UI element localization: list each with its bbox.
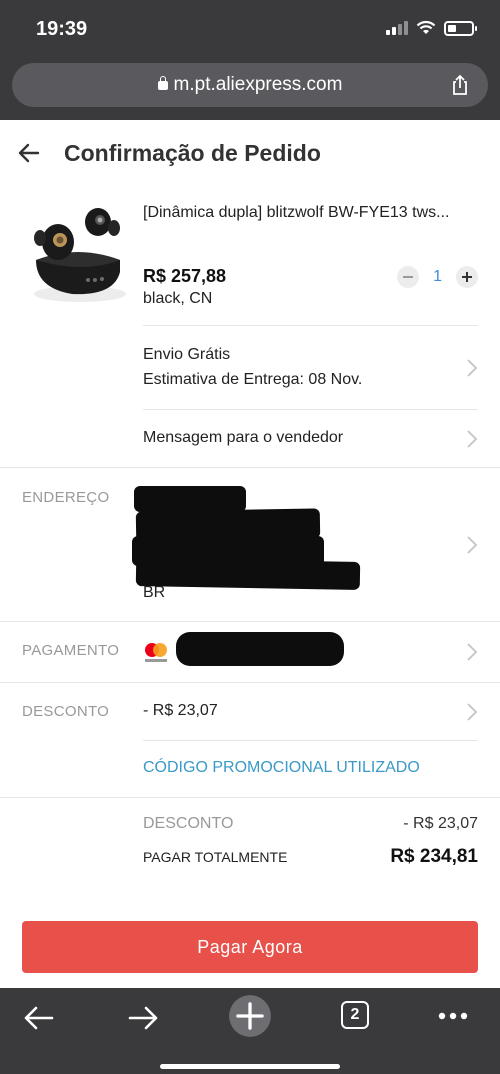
chevron-right-icon [467,430,478,448]
divider [0,682,500,683]
signal-icon [386,21,408,35]
product-variant: black, CN [143,290,213,307]
url-text: m.pt.aliexpress.com [173,74,343,95]
browser-back-icon[interactable] [18,998,58,1038]
quantity-value: 1 [433,268,442,285]
product-image[interactable] [22,198,132,310]
delivery-estimate: Estimativa de Entrega: 08 Nov. [143,371,363,388]
chevron-right-icon [467,536,478,554]
status-time: 19:39 [36,18,88,40]
product-price: R$ 257,88 [143,266,227,286]
quantity-increase-button[interactable] [456,266,478,288]
discount-value: - R$ 23,07 [143,702,218,719]
more-options-icon[interactable] [433,998,473,1038]
divider [143,325,478,326]
quantity-stepper: 1 [397,266,478,288]
lock-icon [157,76,168,90]
new-tab-icon[interactable] [228,994,272,1038]
wifi-icon [416,20,436,34]
divider [143,409,478,410]
discount-label: DESCONTO [22,703,110,720]
tab-count: 2 [350,1006,360,1023]
divider [0,467,500,468]
payment-label: PAGAMENTO [22,642,120,659]
divider [0,797,500,798]
summary-discount-label: DESCONTO [143,815,234,832]
redacted-address [135,558,361,590]
browser-bottom-toolbar: 2 [0,988,500,1074]
chevron-right-icon [467,359,478,377]
total-label: PAGAR TOTALMENTE [143,849,288,865]
address-label: ENDEREÇO [22,489,110,506]
back-arrow-icon[interactable] [16,140,42,166]
status-icons [386,20,477,36]
summary-discount-value: - R$ 23,07 [403,815,478,832]
address-country: BR [143,584,166,601]
product-title[interactable]: [Dinâmica dupla] blitzwolf BW-FYE13 tws.… [143,204,481,222]
chevron-right-icon [467,703,478,721]
page-header: Confirmação de Pedido [0,120,500,186]
page-title: Confirmação de Pedido [64,140,321,166]
chevron-right-icon [467,643,478,661]
shipping-label: Envio Grátis [143,346,231,363]
home-indicator [160,1064,340,1069]
battery-icon [444,20,477,36]
browser-forward-icon[interactable] [124,998,164,1038]
url-bar[interactable]: m.pt.aliexpress.com [12,63,488,107]
redacted-card-number [176,632,344,666]
pay-now-button[interactable]: Pagar Agora [22,921,478,973]
mastercard-icon [145,643,167,662]
divider [0,621,500,622]
browser-top-bar: 19:39 m.pt.aliexpress.com [0,0,500,120]
tab-switcher-button[interactable]: 2 [341,1001,369,1029]
message-seller-label: Mensagem para o vendedor [143,429,344,446]
divider [143,740,478,741]
share-icon[interactable] [448,73,472,97]
total-value: R$ 234,81 [390,846,478,867]
quantity-decrease-button[interactable] [397,266,420,288]
promo-code-link[interactable]: CÓDIGO PROMOCIONAL UTILIZADO [143,759,420,777]
redacted-address [134,486,246,512]
